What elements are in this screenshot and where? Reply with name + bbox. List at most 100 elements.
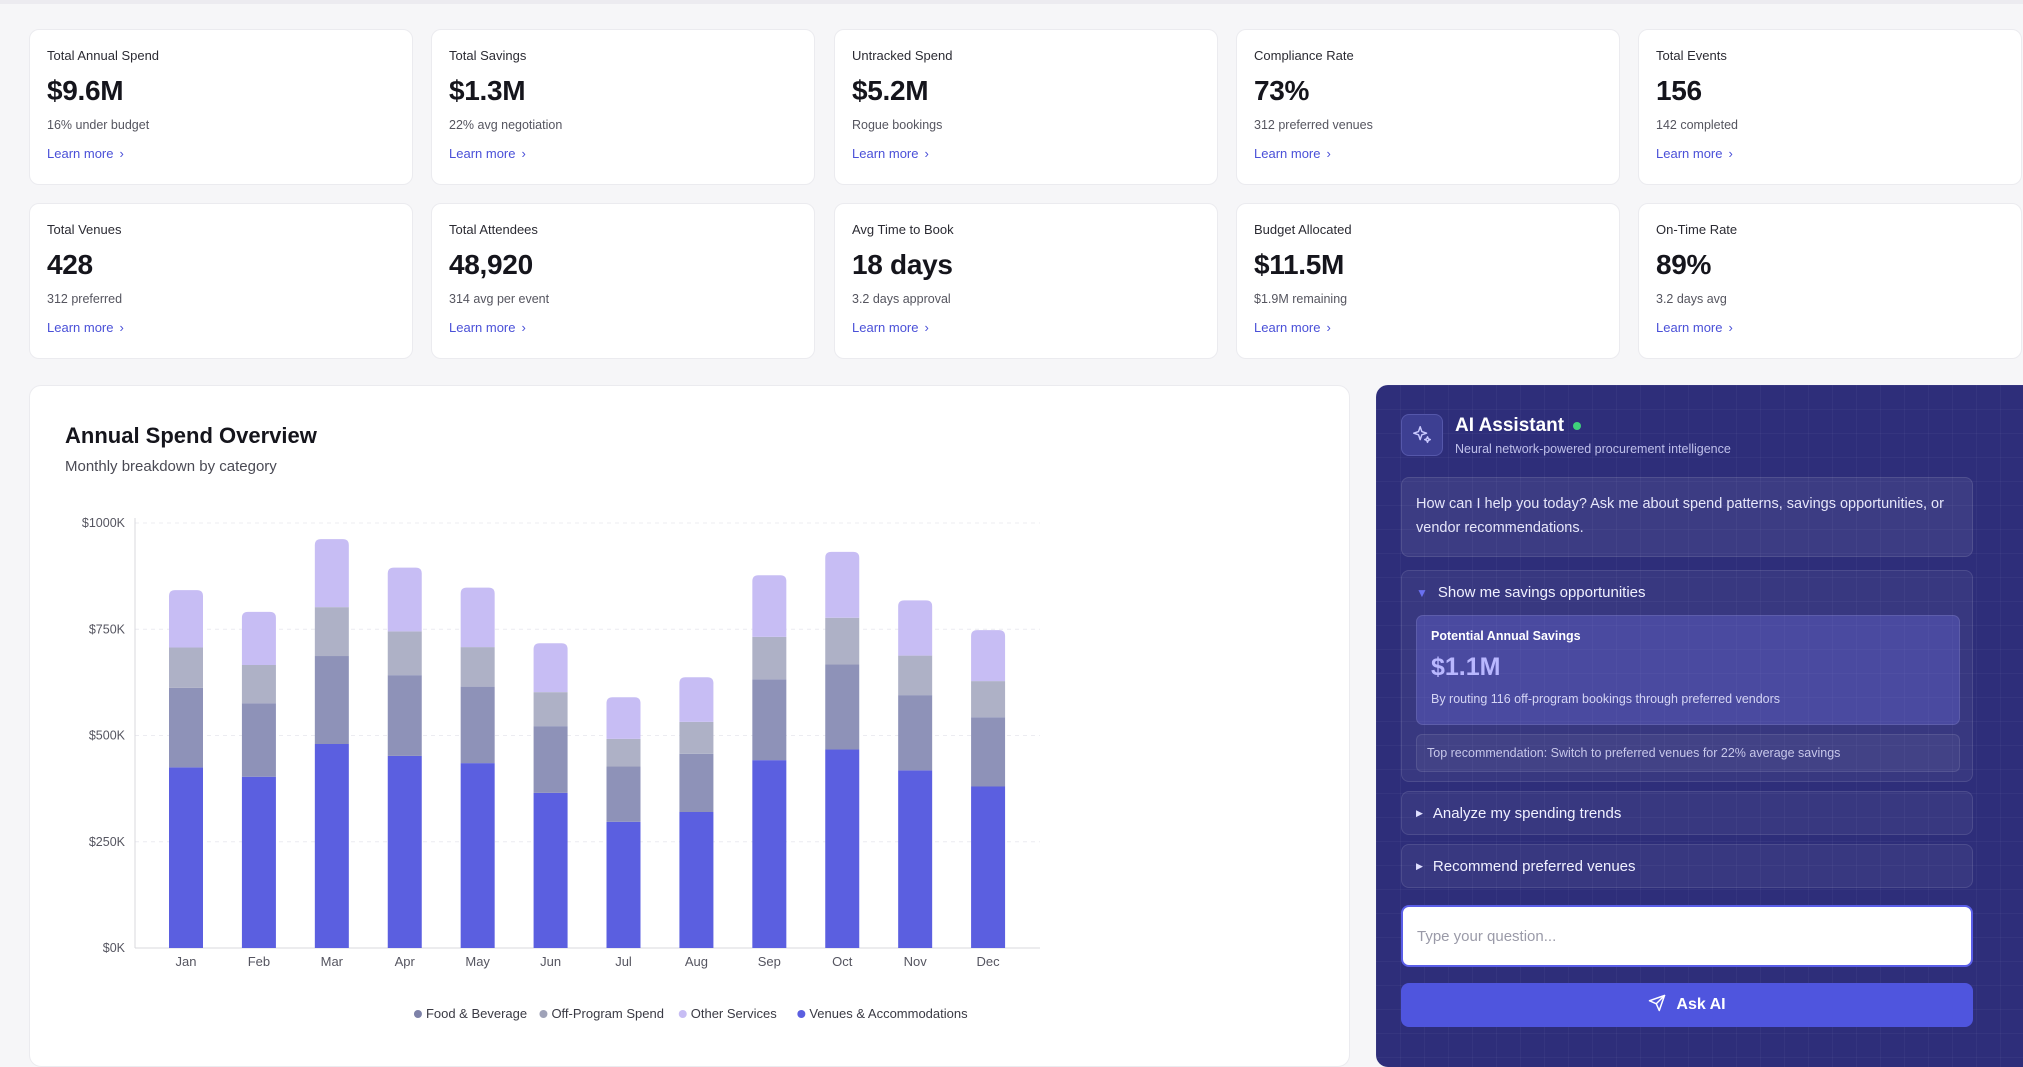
- x-tick-label: Sep: [758, 954, 781, 969]
- y-tick-label: $250K: [89, 835, 126, 849]
- learn-more-link[interactable]: Learn more ›: [1656, 146, 1733, 161]
- kpi-card-untracked-spend: Untracked Spend $5.2M Rogue bookings Lea…: [834, 29, 1218, 185]
- kpi-label: Budget Allocated: [1254, 222, 1352, 237]
- learn-more-label: Learn more: [47, 320, 114, 335]
- kpi-label: On-Time Rate: [1656, 222, 1738, 237]
- bar-segment-food-beverage: [971, 681, 1006, 718]
- kpi-card-avg-time-to-book: Avg Time to Book 18 days 3.2 days approv…: [834, 203, 1218, 359]
- kpi-subtext: $1.9M remaining: [1254, 292, 1348, 306]
- legend-marker: [797, 1010, 806, 1018]
- kpi-subtext: 3.2 days approval: [852, 292, 951, 306]
- chevron-right-icon: ›: [1728, 320, 1733, 335]
- question-input[interactable]: [1401, 905, 1973, 967]
- kpi-label: Compliance Rate: [1254, 48, 1354, 63]
- accordion-label: Analyze my spending trends: [1432, 804, 1622, 822]
- chevron-right-icon: ›: [924, 146, 929, 161]
- kpi-value: 18 days: [852, 249, 953, 280]
- x-tick-label: Feb: [248, 954, 270, 969]
- bar-segment-other-services: [898, 600, 933, 656]
- bar-segment-venues-accommodations: [387, 755, 422, 948]
- bar-segment-off-program-spend: [460, 686, 495, 764]
- x-tick-label: Jan: [176, 954, 197, 969]
- kpi-subtext: 16% under budget: [47, 118, 150, 132]
- x-tick-label: Jul: [615, 954, 632, 969]
- bar-segment-venues-accommodations: [460, 763, 495, 948]
- bar-segment-other-services: [169, 590, 203, 648]
- ask-ai-button[interactable]: Ask AI: [1401, 983, 1973, 1027]
- savings-label: Potential Annual Savings: [1431, 629, 1581, 643]
- stacked-bar-chart: $0K $250K $500K $750K $1000K Jan Feb Mar Apr May J…: [82, 516, 1040, 1021]
- accordion-analyze-spending[interactable]: ▶ Analyze my spending trends: [1401, 791, 1973, 835]
- bar-segment-venues-accommodations: [533, 792, 568, 948]
- chevron-right-icon: ›: [1326, 146, 1331, 161]
- kpi-subtext: 3.2 days avg: [1656, 292, 1727, 306]
- kpi-subtext: Rogue bookings: [852, 118, 943, 132]
- bar-segment-venues-accommodations: [314, 744, 349, 948]
- bar-segment-venues-accommodations: [971, 786, 1006, 948]
- learn-more-link[interactable]: Learn more ›: [47, 320, 124, 335]
- x-tick-label: Dec: [977, 954, 1001, 969]
- learn-more-label: Learn more: [1254, 146, 1321, 161]
- accordion-recommend-venues[interactable]: ▶ Recommend preferred venues: [1401, 844, 1973, 888]
- online-status-dot: [1573, 422, 1582, 430]
- sparkle-icon: [1401, 414, 1443, 456]
- bar-segment-food-beverage: [169, 647, 203, 688]
- learn-more-link[interactable]: Learn more ›: [852, 320, 929, 335]
- ai-assistant-panel: AI Assistant Neural network-powered proc…: [1376, 385, 2023, 1067]
- ai-assistant-title: AI Assistant: [1455, 415, 1582, 437]
- bar-segment-food-beverage: [387, 631, 422, 676]
- y-tick-label: $750K: [89, 622, 126, 636]
- accordion-header-label: Show me savings opportunities: [1437, 584, 1646, 601]
- triangle-right-icon: ▶: [1416, 807, 1423, 818]
- kpi-label: Avg Time to Book: [852, 222, 954, 237]
- learn-more-link[interactable]: Learn more ›: [1254, 320, 1331, 335]
- bar-segment-food-beverage: [606, 738, 641, 767]
- kpi-card-total-attendees: Total Attendees 48,920 314 avg per event…: [431, 203, 815, 359]
- x-tick-label: Jun: [540, 954, 561, 969]
- learn-more-label: Learn more: [1656, 146, 1723, 161]
- bar-segment-food-beverage: [241, 664, 276, 704]
- bar-segment-venues-accommodations: [898, 770, 933, 948]
- x-tick-label: May: [465, 954, 490, 969]
- bar-segment-off-program-spend: [169, 687, 203, 768]
- bar-segment-off-program-spend: [314, 656, 349, 744]
- x-tick-label: Mar: [321, 954, 344, 969]
- kpi-card-budget-allocated: Budget Allocated $11.5M $1.9M remaining …: [1236, 203, 1620, 359]
- learn-more-link[interactable]: Learn more ›: [852, 146, 929, 161]
- savings-value: $1.1M: [1431, 653, 1501, 681]
- ask-ai-label: Ask AI: [1676, 996, 1726, 1013]
- kpi-subtext: 312 preferred: [47, 292, 123, 306]
- kpi-label: Total Venues: [47, 222, 122, 237]
- learn-more-link[interactable]: Learn more ›: [449, 146, 526, 161]
- bar-segment-food-beverage: [752, 636, 787, 680]
- chevron-right-icon: ›: [521, 320, 526, 335]
- learn-more-label: Learn more: [1254, 320, 1321, 335]
- bar-segment-food-beverage: [679, 721, 714, 754]
- bar-segment-other-services: [971, 630, 1006, 682]
- bar-segment-food-beverage: [460, 647, 495, 687]
- kpi-label: Total Events: [1656, 48, 1727, 63]
- learn-more-link[interactable]: Learn more ›: [1656, 320, 1733, 335]
- legend-marker: [413, 1010, 422, 1018]
- accordion-header-savings[interactable]: ▼ Show me savings opportunities: [1416, 584, 1646, 601]
- learn-more-link[interactable]: Learn more ›: [47, 146, 124, 161]
- kpi-value: 73%: [1254, 75, 1310, 106]
- kpi-card-on-time-rate: On-Time Rate 89% 3.2 days avg Learn more…: [1638, 203, 2022, 359]
- kpi-value: $1.3M: [449, 75, 526, 106]
- learn-more-link[interactable]: Learn more ›: [1254, 146, 1331, 161]
- x-tick-label: Apr: [395, 954, 416, 969]
- learn-more-label: Learn more: [852, 320, 919, 335]
- potential-savings-card: Potential Annual Savings $1.1M By routin…: [1416, 615, 1960, 725]
- kpi-subtext: 314 avg per event: [449, 292, 550, 306]
- bar-segment-venues-accommodations: [679, 812, 714, 948]
- bar-segment-off-program-spend: [533, 726, 568, 793]
- bar-segment-venues-accommodations: [169, 767, 203, 948]
- bar-segment-off-program-spend: [387, 675, 422, 756]
- learn-more-link[interactable]: Learn more ›: [449, 320, 526, 335]
- bar-segment-other-services: [241, 611, 276, 665]
- kpi-value: 156: [1656, 75, 1702, 106]
- kpi-label: Total Attendees: [449, 222, 538, 237]
- kpi-subtext: 312 preferred venues: [1254, 118, 1373, 132]
- bar-segment-off-program-spend: [825, 664, 860, 750]
- bar-segment-off-program-spend: [898, 695, 933, 771]
